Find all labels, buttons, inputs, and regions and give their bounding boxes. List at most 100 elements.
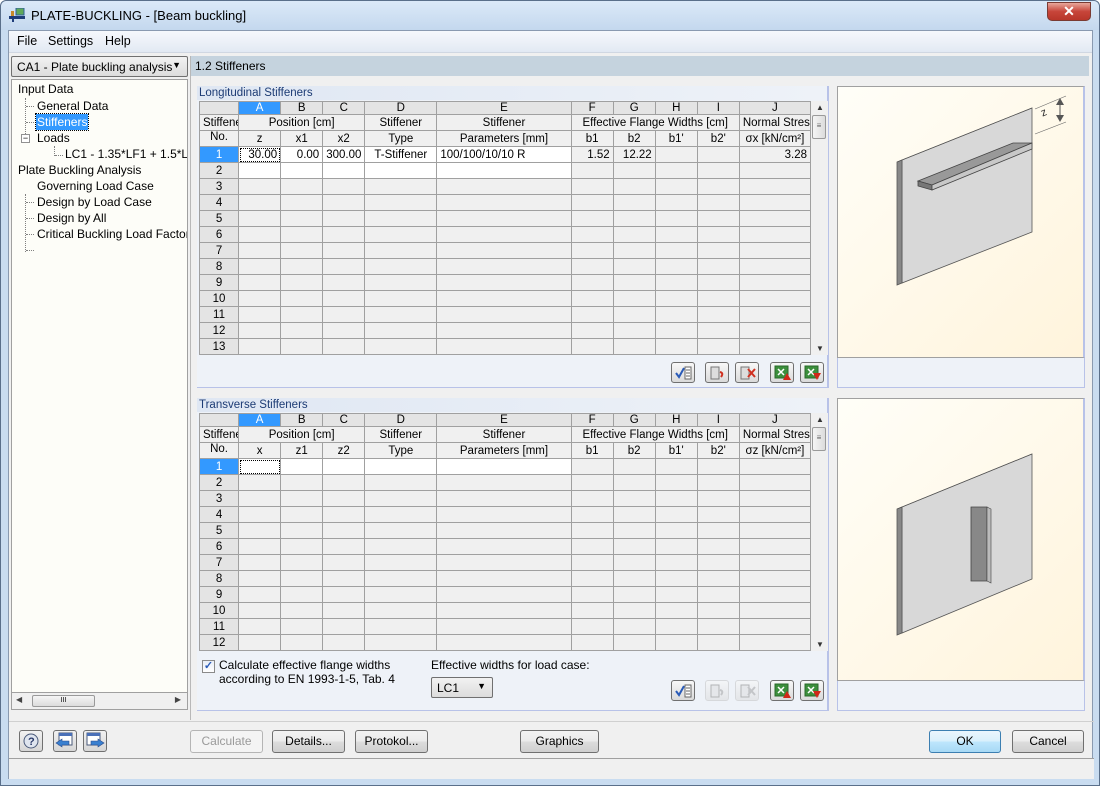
cell-e[interactable] bbox=[436, 258, 572, 275]
cell-c[interactable]: 300.00 bbox=[322, 146, 366, 163]
cell-j[interactable] bbox=[738, 506, 812, 523]
help-button[interactable]: ? bbox=[19, 730, 43, 752]
cell-b[interactable] bbox=[280, 490, 324, 507]
cell-b[interactable] bbox=[280, 538, 324, 555]
cell-h[interactable] bbox=[654, 226, 698, 243]
cell-c[interactable] bbox=[322, 274, 366, 291]
cell-i[interactable] bbox=[696, 538, 740, 555]
cell-j[interactable] bbox=[738, 178, 812, 195]
row-header[interactable]: 11 bbox=[198, 306, 240, 323]
calculate-button[interactable]: Calculate bbox=[190, 730, 263, 753]
cancel-button[interactable]: Cancel bbox=[1012, 730, 1084, 753]
row-header[interactable]: 13 bbox=[198, 338, 240, 355]
cell-e[interactable] bbox=[436, 554, 572, 571]
cell-a[interactable] bbox=[238, 474, 282, 491]
cell-h[interactable] bbox=[654, 258, 698, 275]
cell-j[interactable] bbox=[738, 242, 812, 259]
cell-b[interactable] bbox=[280, 274, 324, 291]
cell-g[interactable] bbox=[612, 506, 656, 523]
cell-f[interactable] bbox=[570, 274, 614, 291]
cell-a[interactable] bbox=[238, 506, 282, 523]
insert-row-button[interactable] bbox=[705, 680, 729, 701]
menu-help[interactable]: Help bbox=[105, 34, 131, 48]
cell-i[interactable] bbox=[696, 474, 740, 491]
cell-h[interactable] bbox=[654, 458, 698, 475]
cell-b[interactable] bbox=[280, 322, 324, 339]
cell-c[interactable] bbox=[322, 178, 366, 195]
column-header-d[interactable]: D bbox=[364, 413, 438, 427]
row-header[interactable]: 9 bbox=[198, 274, 240, 291]
cell-h[interactable] bbox=[654, 634, 698, 651]
cell-d[interactable] bbox=[364, 258, 438, 275]
cell-d[interactable] bbox=[364, 586, 438, 603]
cell-d[interactable] bbox=[364, 194, 438, 211]
cell-e[interactable] bbox=[436, 458, 572, 475]
cell-j[interactable] bbox=[738, 586, 812, 603]
cell-j[interactable] bbox=[738, 210, 812, 227]
cell-b[interactable] bbox=[280, 474, 324, 491]
cell-h[interactable] bbox=[654, 290, 698, 307]
scroll-down-icon[interactable]: ▼ bbox=[816, 640, 824, 649]
cell-g[interactable] bbox=[612, 570, 656, 587]
cell-e[interactable]: 100/100/10/10 R bbox=[436, 146, 572, 163]
row-header[interactable]: 4 bbox=[198, 194, 240, 211]
column-header-f[interactable]: F bbox=[570, 413, 614, 427]
row-header[interactable]: 4 bbox=[198, 506, 240, 523]
cell-g[interactable] bbox=[612, 458, 656, 475]
cell-i[interactable] bbox=[696, 490, 740, 507]
cell-j[interactable] bbox=[738, 618, 812, 635]
cell-f[interactable] bbox=[570, 570, 614, 587]
cell-d[interactable] bbox=[364, 538, 438, 555]
cell-i[interactable] bbox=[696, 338, 740, 355]
cell-j[interactable] bbox=[738, 194, 812, 211]
cell-e[interactable] bbox=[436, 586, 572, 603]
cell-h[interactable] bbox=[654, 554, 698, 571]
row-header[interactable]: 3 bbox=[198, 490, 240, 507]
cell-f[interactable] bbox=[570, 586, 614, 603]
cell-b[interactable] bbox=[280, 306, 324, 323]
cell-d[interactable] bbox=[364, 522, 438, 539]
cell-b[interactable] bbox=[280, 290, 324, 307]
cell-j[interactable] bbox=[738, 338, 812, 355]
cell-g[interactable] bbox=[612, 322, 656, 339]
column-header-b[interactable]: B bbox=[280, 413, 324, 427]
cell-d[interactable] bbox=[364, 458, 438, 475]
cell-b[interactable] bbox=[280, 242, 324, 259]
cell-d[interactable] bbox=[364, 338, 438, 355]
cell-c[interactable] bbox=[322, 538, 366, 555]
tree-item-stiffeners[interactable]: Stiffeners bbox=[34, 113, 90, 131]
column-header-f[interactable]: F bbox=[570, 101, 614, 115]
cell-h[interactable] bbox=[654, 210, 698, 227]
cell-d[interactable] bbox=[364, 242, 438, 259]
cell-e[interactable] bbox=[436, 490, 572, 507]
row-header[interactable]: 8 bbox=[198, 258, 240, 275]
cell-i[interactable] bbox=[696, 634, 740, 651]
cell-f[interactable] bbox=[570, 490, 614, 507]
cell-a[interactable] bbox=[238, 274, 282, 291]
cell-c[interactable] bbox=[322, 522, 366, 539]
cell-b[interactable] bbox=[280, 226, 324, 243]
cell-j[interactable] bbox=[738, 162, 812, 179]
cell-d[interactable] bbox=[364, 634, 438, 651]
cell-g[interactable] bbox=[612, 306, 656, 323]
cell-e[interactable] bbox=[436, 618, 572, 635]
cell-b[interactable] bbox=[280, 210, 324, 227]
cell-a[interactable] bbox=[238, 178, 282, 195]
cell-a[interactable] bbox=[238, 490, 282, 507]
cell-a[interactable] bbox=[238, 634, 282, 651]
cell-g[interactable] bbox=[612, 474, 656, 491]
tree-item-loads[interactable]: Loads bbox=[37, 130, 70, 146]
cell-j[interactable] bbox=[738, 306, 812, 323]
cell-b[interactable]: 0.00 bbox=[280, 146, 324, 163]
cell-g[interactable] bbox=[612, 274, 656, 291]
cell-d[interactable] bbox=[364, 162, 438, 179]
cell-e[interactable] bbox=[436, 306, 572, 323]
cell-g[interactable] bbox=[612, 618, 656, 635]
cell-a[interactable] bbox=[238, 602, 282, 619]
cell-h[interactable] bbox=[654, 194, 698, 211]
column-header-d[interactable]: D bbox=[364, 101, 438, 115]
row-header[interactable]: 5 bbox=[198, 210, 240, 227]
longitudinal-vertical-scrollbar[interactable]: ▲ ≡ ▼ bbox=[811, 101, 828, 355]
cell-d[interactable] bbox=[364, 290, 438, 307]
cell-c[interactable] bbox=[322, 618, 366, 635]
